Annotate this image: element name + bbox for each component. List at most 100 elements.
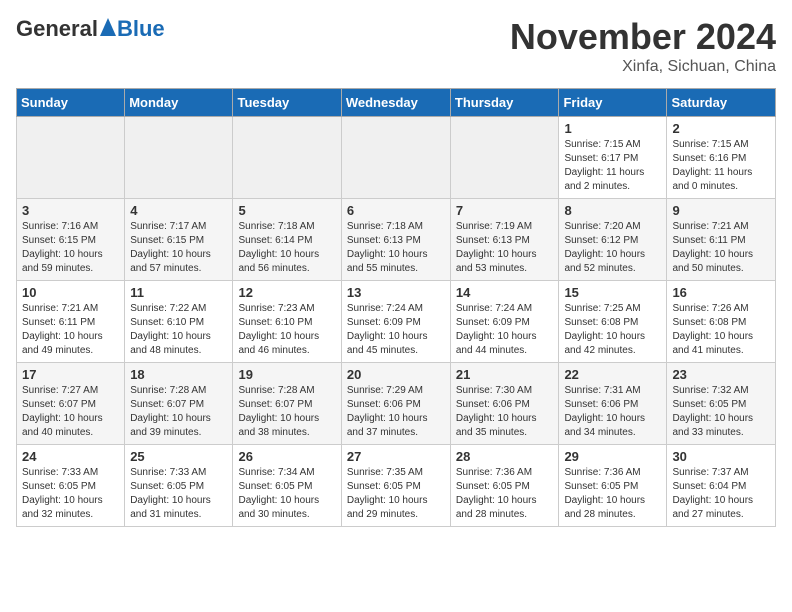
day-info: Sunrise: 7:24 AM Sunset: 6:09 PM Dayligh…	[456, 302, 554, 358]
day-info: Sunrise: 7:18 AM Sunset: 6:14 PM Dayligh…	[238, 220, 335, 276]
logo-blue: Blue	[117, 16, 165, 42]
day-number: 29	[564, 449, 661, 464]
weekday-header-thursday: Thursday	[450, 89, 559, 117]
calendar-cell: 27 Sunrise: 7:35 AM Sunset: 6:05 PM Dayli…	[341, 445, 450, 527]
calendar-cell: 13Sunrise: 7:24 AM Sunset: 6:09 PM Dayli…	[341, 281, 450, 363]
calendar-cell: 23 Sunrise: 7:32 AM Sunset: 6:05 PM Dayli…	[667, 363, 776, 445]
day-number: 24	[22, 449, 119, 464]
logo: General Blue	[16, 16, 165, 42]
weekday-header-monday: Monday	[125, 89, 233, 117]
day-number: 16	[672, 285, 770, 300]
page-header: General Blue November 2024 Xinfa, Sichua…	[16, 16, 776, 76]
calendar-cell	[450, 117, 559, 199]
calendar-cell: 7Sunrise: 7:19 AM Sunset: 6:13 PM Daylig…	[450, 199, 559, 281]
calendar-cell: 2Sunrise: 7:15 AM Sunset: 6:16 PM Daylig…	[667, 117, 776, 199]
calendar-cell: 15Sunrise: 7:25 AM Sunset: 6:08 PM Dayli…	[559, 281, 667, 363]
calendar-table: SundayMondayTuesdayWednesdayThursdayFrid…	[16, 88, 776, 527]
day-number: 13	[347, 285, 445, 300]
day-number: 8	[564, 203, 661, 218]
calendar-cell: 12 Sunrise: 7:23 AM Sunset: 6:10 PM Dayli…	[233, 281, 341, 363]
day-number: 11	[130, 285, 227, 300]
day-info: Sunrise: 7:21 AM Sunset: 6:11 PM Dayligh…	[672, 220, 770, 276]
weekday-header-wednesday: Wednesday	[341, 89, 450, 117]
day-info: Sunrise: 7:16 AM Sunset: 6:15 PM Dayligh…	[22, 220, 119, 276]
day-info: Sunrise: 7:18 AM Sunset: 6:13 PM Dayligh…	[347, 220, 445, 276]
calendar-cell: 5 Sunrise: 7:18 AM Sunset: 6:14 PM Daylig…	[233, 199, 341, 281]
day-info: Sunrise: 7:23 AM Sunset: 6:10 PM Dayligh…	[238, 302, 335, 358]
calendar-cell: 25 Sunrise: 7:33 AM Sunset: 6:05 PM Dayli…	[125, 445, 233, 527]
day-number: 22	[564, 367, 661, 382]
calendar-cell: 19 Sunrise: 7:28 AM Sunset: 6:07 PM Dayli…	[233, 363, 341, 445]
calendar-cell: 16 Sunrise: 7:26 AM Sunset: 6:08 PM Dayli…	[667, 281, 776, 363]
weekday-header-saturday: Saturday	[667, 89, 776, 117]
day-info: Sunrise: 7:20 AM Sunset: 6:12 PM Dayligh…	[564, 220, 661, 276]
day-number: 5	[238, 203, 335, 218]
day-info: Sunrise: 7:29 AM Sunset: 6:06 PM Dayligh…	[347, 384, 445, 440]
day-number: 10	[22, 285, 119, 300]
day-number: 20	[347, 367, 445, 382]
calendar-cell: 30Sunrise: 7:37 AM Sunset: 6:04 PM Dayli…	[667, 445, 776, 527]
day-number: 3	[22, 203, 119, 218]
day-info: Sunrise: 7:36 AM Sunset: 6:05 PM Dayligh…	[456, 466, 554, 522]
day-info: Sunrise: 7:26 AM Sunset: 6:08 PM Dayligh…	[672, 302, 770, 358]
day-number: 23	[672, 367, 770, 382]
logo-triangle-icon	[100, 16, 116, 42]
weekday-header-sunday: Sunday	[17, 89, 125, 117]
day-number: 18	[130, 367, 227, 382]
day-number: 1	[564, 121, 661, 136]
calendar-week-4: 17 Sunrise: 7:27 AM Sunset: 6:07 PM Dayli…	[17, 363, 776, 445]
calendar-cell: 1 Sunrise: 7:15 AM Sunset: 6:17 PM Daylig…	[559, 117, 667, 199]
calendar-cell: 17 Sunrise: 7:27 AM Sunset: 6:07 PM Dayli…	[17, 363, 125, 445]
day-number: 28	[456, 449, 554, 464]
calendar-week-5: 24 Sunrise: 7:33 AM Sunset: 6:05 PM Dayli…	[17, 445, 776, 527]
calendar-cell: 3 Sunrise: 7:16 AM Sunset: 6:15 PM Daylig…	[17, 199, 125, 281]
day-number: 2	[672, 121, 770, 136]
day-number: 21	[456, 367, 554, 382]
logo-general: General	[16, 16, 98, 42]
day-info: Sunrise: 7:33 AM Sunset: 6:05 PM Dayligh…	[22, 466, 119, 522]
day-info: Sunrise: 7:32 AM Sunset: 6:05 PM Dayligh…	[672, 384, 770, 440]
day-info: Sunrise: 7:35 AM Sunset: 6:05 PM Dayligh…	[347, 466, 445, 522]
calendar-cell: 6Sunrise: 7:18 AM Sunset: 6:13 PM Daylig…	[341, 199, 450, 281]
day-info: Sunrise: 7:27 AM Sunset: 6:07 PM Dayligh…	[22, 384, 119, 440]
day-number: 15	[564, 285, 661, 300]
calendar-cell: 4 Sunrise: 7:17 AM Sunset: 6:15 PM Daylig…	[125, 199, 233, 281]
day-number: 26	[238, 449, 335, 464]
day-number: 4	[130, 203, 227, 218]
calendar-cell	[125, 117, 233, 199]
calendar-cell: 8 Sunrise: 7:20 AM Sunset: 6:12 PM Daylig…	[559, 199, 667, 281]
calendar-header-row: SundayMondayTuesdayWednesdayThursdayFrid…	[17, 89, 776, 117]
calendar-cell: 22Sunrise: 7:31 AM Sunset: 6:06 PM Dayli…	[559, 363, 667, 445]
day-number: 27	[347, 449, 445, 464]
calendar-cell: 21 Sunrise: 7:30 AM Sunset: 6:06 PM Dayli…	[450, 363, 559, 445]
day-info: Sunrise: 7:28 AM Sunset: 6:07 PM Dayligh…	[130, 384, 227, 440]
day-info: Sunrise: 7:36 AM Sunset: 6:05 PM Dayligh…	[564, 466, 661, 522]
weekday-header-tuesday: Tuesday	[233, 89, 341, 117]
calendar-cell	[17, 117, 125, 199]
day-info: Sunrise: 7:37 AM Sunset: 6:04 PM Dayligh…	[672, 466, 770, 522]
day-info: Sunrise: 7:22 AM Sunset: 6:10 PM Dayligh…	[130, 302, 227, 358]
calendar-cell	[233, 117, 341, 199]
day-number: 19	[238, 367, 335, 382]
day-info: Sunrise: 7:33 AM Sunset: 6:05 PM Dayligh…	[130, 466, 227, 522]
calendar-title: November 2024	[510, 16, 776, 58]
day-info: Sunrise: 7:28 AM Sunset: 6:07 PM Dayligh…	[238, 384, 335, 440]
calendar-cell: 20 Sunrise: 7:29 AM Sunset: 6:06 PM Dayli…	[341, 363, 450, 445]
calendar-cell: 24 Sunrise: 7:33 AM Sunset: 6:05 PM Dayli…	[17, 445, 125, 527]
day-number: 25	[130, 449, 227, 464]
day-number: 9	[672, 203, 770, 218]
day-info: Sunrise: 7:30 AM Sunset: 6:06 PM Dayligh…	[456, 384, 554, 440]
calendar-cell: 9 Sunrise: 7:21 AM Sunset: 6:11 PM Daylig…	[667, 199, 776, 281]
calendar-cell: 18 Sunrise: 7:28 AM Sunset: 6:07 PM Dayli…	[125, 363, 233, 445]
calendar-week-2: 3 Sunrise: 7:16 AM Sunset: 6:15 PM Daylig…	[17, 199, 776, 281]
calendar-cell: 29 Sunrise: 7:36 AM Sunset: 6:05 PM Dayli…	[559, 445, 667, 527]
day-number: 17	[22, 367, 119, 382]
calendar-week-1: 1 Sunrise: 7:15 AM Sunset: 6:17 PM Daylig…	[17, 117, 776, 199]
day-number: 12	[238, 285, 335, 300]
calendar-cell: 26Sunrise: 7:34 AM Sunset: 6:05 PM Dayli…	[233, 445, 341, 527]
day-info: Sunrise: 7:17 AM Sunset: 6:15 PM Dayligh…	[130, 220, 227, 276]
day-info: Sunrise: 7:15 AM Sunset: 6:17 PM Dayligh…	[564, 138, 661, 194]
calendar-week-3: 10Sunrise: 7:21 AM Sunset: 6:11 PM Dayli…	[17, 281, 776, 363]
calendar-cell: 28 Sunrise: 7:36 AM Sunset: 6:05 PM Dayli…	[450, 445, 559, 527]
day-number: 14	[456, 285, 554, 300]
